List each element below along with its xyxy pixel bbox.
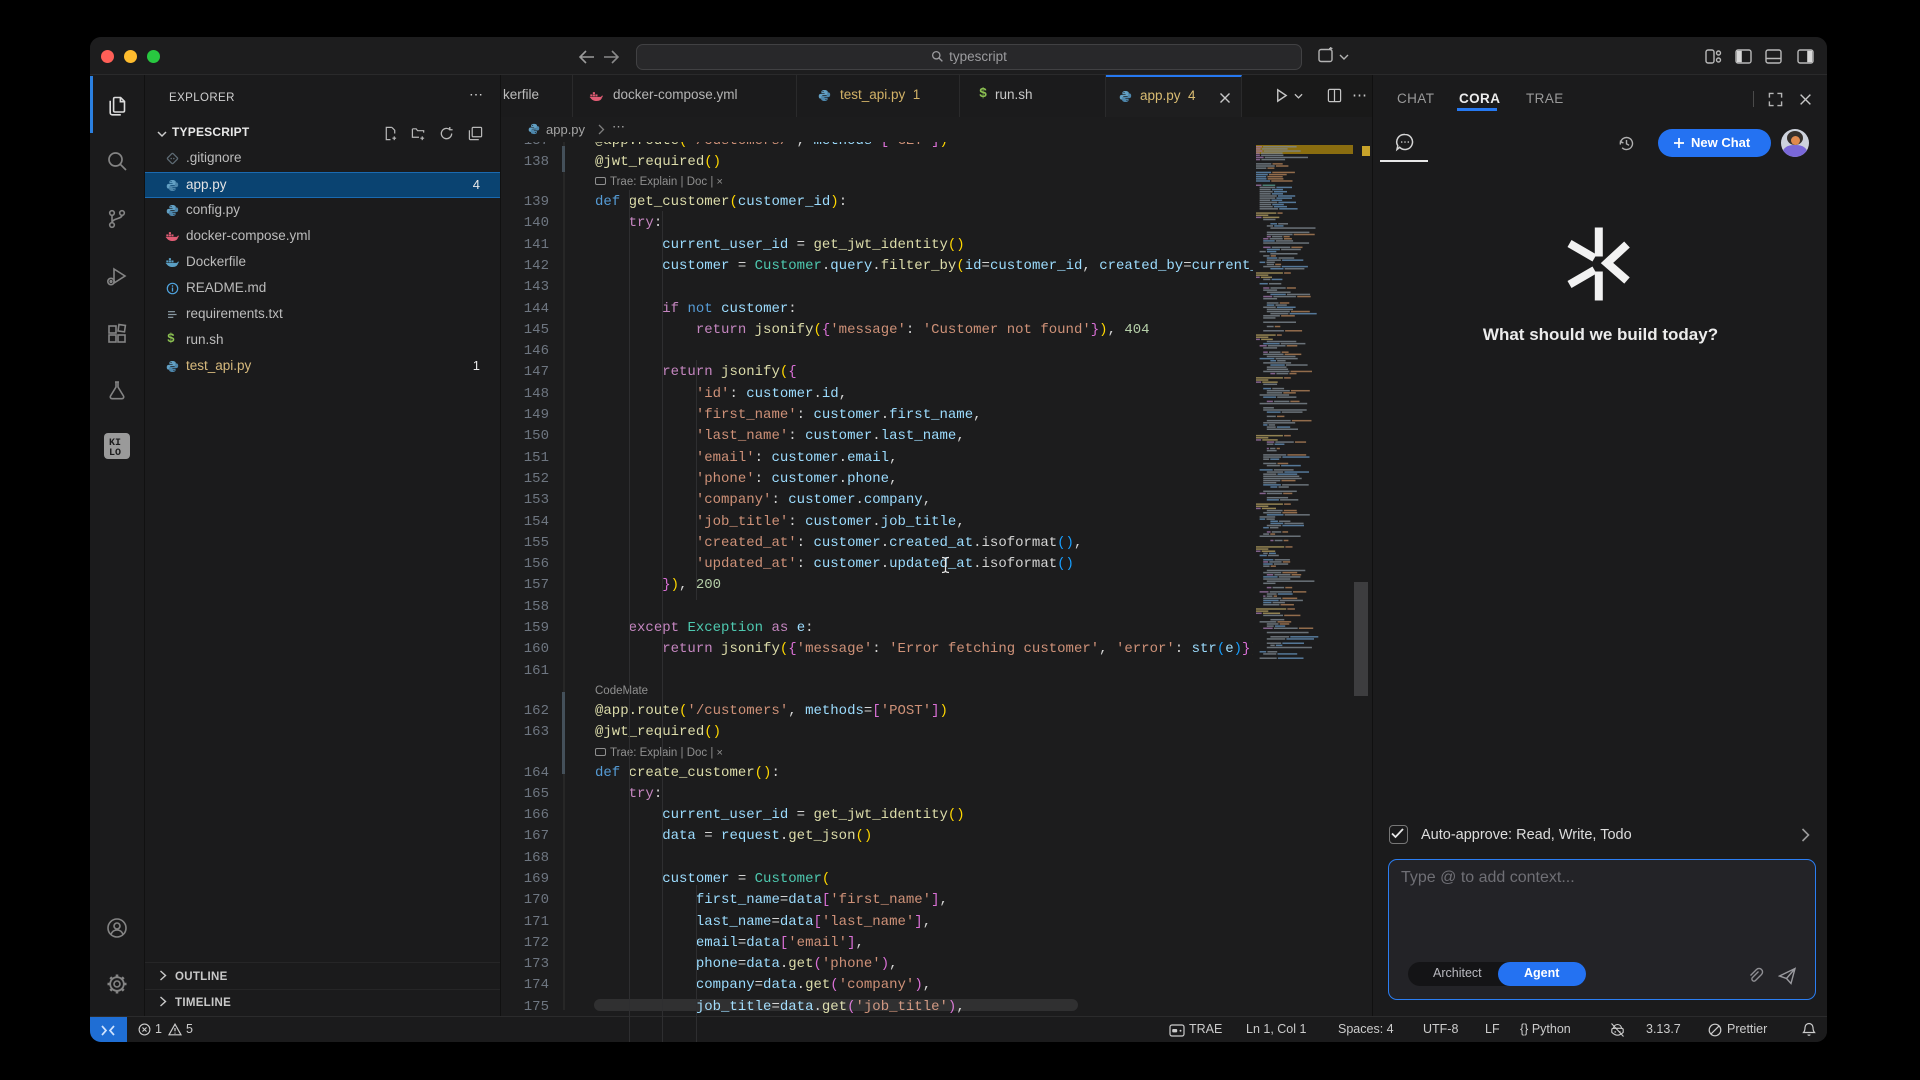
svg-text:LO: LO	[109, 448, 121, 459]
